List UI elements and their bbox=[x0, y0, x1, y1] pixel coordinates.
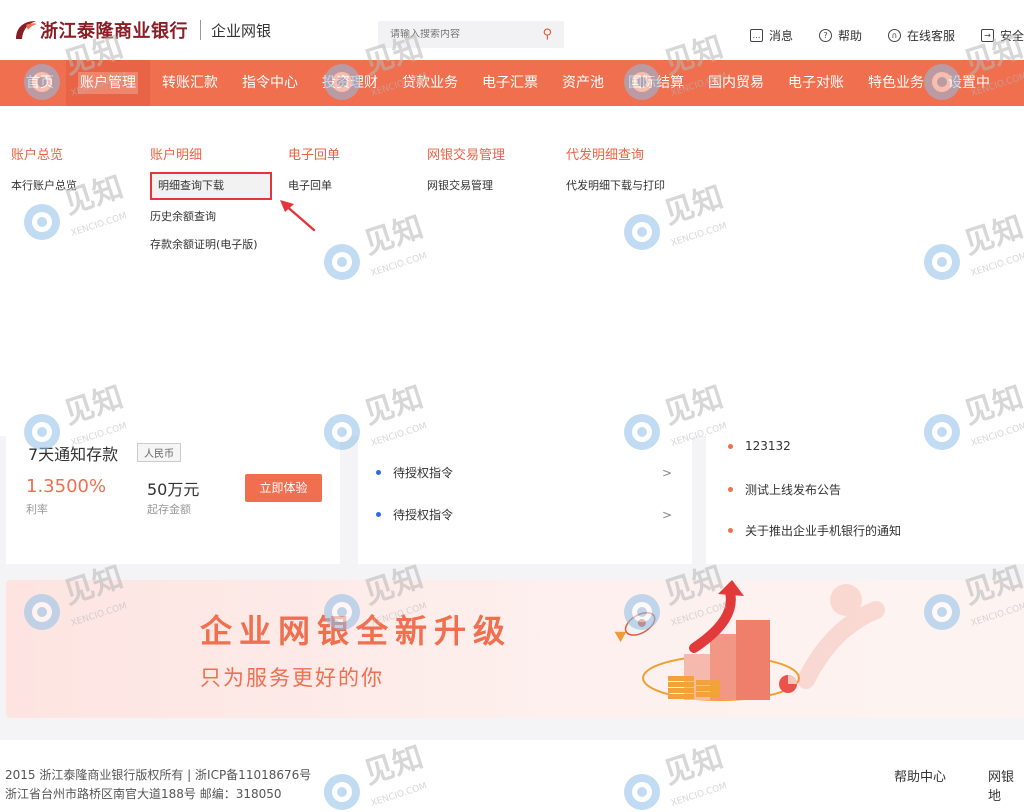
annotation-arrow-icon bbox=[280, 200, 316, 232]
help-link[interactable]: ? 帮助 bbox=[818, 27, 862, 44]
min-deposit-label: 起存金额 bbox=[147, 503, 191, 516]
logo-mark-icon bbox=[12, 17, 38, 43]
online-service-link[interactable]: ∩ 在线客服 bbox=[887, 27, 955, 44]
search-box[interactable]: ⚲ bbox=[378, 21, 564, 48]
dropdown-column-receipt: 电子回单 电子回单 bbox=[288, 144, 340, 203]
nav-investment[interactable]: 投资理财 bbox=[310, 60, 390, 106]
growth-illustration-icon bbox=[614, 580, 885, 701]
product-card: 7天通知存款 人民币 1.3500% 利率 50万元 起存金额 立即体验 bbox=[6, 436, 340, 564]
menu-item-deposit-certificate[interactable]: 存款余额证明(电子版) bbox=[150, 236, 258, 262]
nav-domestic-trade[interactable]: 国内贸易 bbox=[696, 60, 776, 106]
menu-item-detail-query-download[interactable]: 明细查询下载 bbox=[150, 172, 272, 200]
nav-asset-pool[interactable]: 资产池 bbox=[550, 60, 616, 106]
top-links: … 消息 ? 帮助 ∩ 在线客服 → 安全 bbox=[724, 27, 1024, 44]
nav-e-draft[interactable]: 电子汇票 bbox=[470, 60, 550, 106]
notice-label: 关于推出企业手机银行的通知 bbox=[745, 524, 902, 538]
messages-label: 消息 bbox=[768, 29, 793, 43]
nav-settings[interactable]: 设置中 bbox=[936, 60, 1002, 106]
product-name: 企业网银 bbox=[211, 21, 272, 40]
interest-rate-label: 利率 bbox=[26, 503, 48, 516]
nav-international-settlement[interactable]: 国际结算 bbox=[616, 60, 696, 106]
currency-badge: 人民币 bbox=[137, 443, 181, 462]
footer-address: 浙江省台州市路桥区南官大道188号 邮编：318050 bbox=[5, 787, 282, 801]
menu-item-account-overview[interactable]: 本行账户总览 bbox=[11, 177, 77, 203]
bullet-dot-icon bbox=[376, 512, 381, 517]
upgrade-banner[interactable]: 企业网银全新升级 只为服务更好的你 bbox=[6, 580, 1024, 718]
headset-icon: ∩ bbox=[887, 29, 901, 42]
search-icon[interactable]: ⚲ bbox=[542, 27, 552, 42]
online-service-label: 在线客服 bbox=[906, 29, 955, 43]
try-now-button[interactable]: 立即体验 bbox=[245, 474, 322, 502]
dropdown-column-overview: 账户总览 本行账户总览 bbox=[11, 144, 77, 203]
footer-link-map[interactable]: 网银地 bbox=[988, 766, 1024, 804]
nav-special-business[interactable]: 特色业务 bbox=[856, 60, 936, 106]
notice-label: 123132 bbox=[745, 439, 791, 453]
bank-logo[interactable]: 浙江泰隆商业银行 企业网银 bbox=[12, 14, 271, 46]
header: 浙江泰隆商业银行 企业网银 ⚲ … 消息 ? 帮助 ∩ 在线客服 → 安全 bbox=[0, 0, 1024, 60]
nav-account-management[interactable]: 账户管理 bbox=[66, 60, 150, 106]
account-management-dropdown: 账户总览 本行账户总览 账户明细 明细查询下载 历史余额查询 存款余额证明(电子… bbox=[0, 106, 1024, 436]
todo-label: 待授权指令 bbox=[393, 466, 454, 480]
footer: 2015 浙江泰隆商业银行版权所有 | 浙ICP备11018676号 浙江省台州… bbox=[0, 740, 1024, 812]
bullet-dot-icon bbox=[728, 487, 733, 492]
security-exit-label: 安全 bbox=[999, 29, 1024, 43]
notice-item[interactable]: 关于推出企业手机银行的通知 bbox=[728, 522, 901, 539]
dropdown-column-payroll: 代发明细查询 代发明细下载与打印 bbox=[566, 144, 665, 203]
notice-label: 测试上线发布公告 bbox=[745, 483, 842, 497]
messages-link[interactable]: … 消息 bbox=[749, 27, 793, 44]
dropdown-column-title[interactable]: 代发明细查询 bbox=[566, 144, 665, 163]
todo-card: 待授权指令 > 待授权指令 > bbox=[358, 436, 692, 564]
search-input[interactable] bbox=[390, 29, 530, 40]
menu-item-payroll-download[interactable]: 代发明细下载与打印 bbox=[566, 177, 665, 203]
chevron-right-icon: > bbox=[661, 507, 672, 522]
dropdown-column-title[interactable]: 账户总览 bbox=[11, 144, 77, 163]
help-icon: ? bbox=[818, 29, 832, 42]
message-icon: … bbox=[749, 29, 763, 42]
exit-icon: → bbox=[980, 29, 994, 42]
dropdown-column-title[interactable]: 账户明细 bbox=[150, 144, 280, 163]
notice-item[interactable]: 测试上线发布公告 bbox=[728, 481, 841, 498]
dropdown-column-title[interactable]: 网银交易管理 bbox=[427, 144, 505, 163]
nav-instruction-center[interactable]: 指令中心 bbox=[230, 60, 310, 106]
nav-account-management-label: 账户管理 bbox=[78, 72, 138, 94]
notice-card: 123132 测试上线发布公告 关于推出企业手机银行的通知 bbox=[706, 436, 1024, 564]
interest-rate: 1.3500% bbox=[26, 476, 107, 497]
help-center-link[interactable]: 帮助中心 bbox=[894, 766, 946, 785]
security-exit-link[interactable]: → 安全 bbox=[980, 27, 1024, 44]
todo-item[interactable]: 待授权指令 > bbox=[376, 506, 672, 523]
main-nav: 首页 账户管理 转账汇款 指令中心 投资理财 贷款业务 电子汇票 资产池 国际结… bbox=[0, 60, 1024, 106]
bullet-dot-icon bbox=[728, 528, 733, 533]
nav-transfer[interactable]: 转账汇款 bbox=[150, 60, 230, 106]
nav-home[interactable]: 首页 bbox=[14, 60, 66, 106]
nav-e-reconciliation[interactable]: 电子对账 bbox=[776, 60, 856, 106]
notice-item[interactable]: 123132 bbox=[728, 439, 791, 453]
menu-item-history-balance[interactable]: 历史余额查询 bbox=[150, 208, 216, 234]
bullet-dot-icon bbox=[376, 470, 381, 475]
dropdown-column-title[interactable]: 电子回单 bbox=[288, 144, 340, 163]
logo-divider bbox=[200, 20, 201, 40]
dropdown-column-transaction: 网银交易管理 网银交易管理 bbox=[427, 144, 505, 203]
chevron-right-icon: > bbox=[661, 465, 672, 480]
todo-label: 待授权指令 bbox=[393, 508, 454, 522]
bullet-dot-icon bbox=[728, 443, 733, 449]
banner-subtitle: 只为服务更好的你 bbox=[200, 666, 384, 690]
menu-item-transaction-management[interactable]: 网银交易管理 bbox=[427, 177, 505, 203]
nav-loans[interactable]: 贷款业务 bbox=[390, 60, 470, 106]
product-title: 7天通知存款 bbox=[28, 445, 119, 464]
footer-copyright: 2015 浙江泰隆商业银行版权所有 | 浙ICP备11018676号 bbox=[5, 768, 312, 782]
todo-item[interactable]: 待授权指令 > bbox=[376, 464, 672, 481]
banner-title: 企业网银全新升级 bbox=[200, 612, 513, 650]
help-label: 帮助 bbox=[837, 29, 862, 43]
bank-name: 浙江泰隆商业银行 bbox=[40, 21, 188, 42]
min-deposit: 50万元 bbox=[147, 480, 200, 499]
dropdown-column-detail: 账户明细 明细查询下载 历史余额查询 存款余额证明(电子版) bbox=[150, 144, 280, 274]
